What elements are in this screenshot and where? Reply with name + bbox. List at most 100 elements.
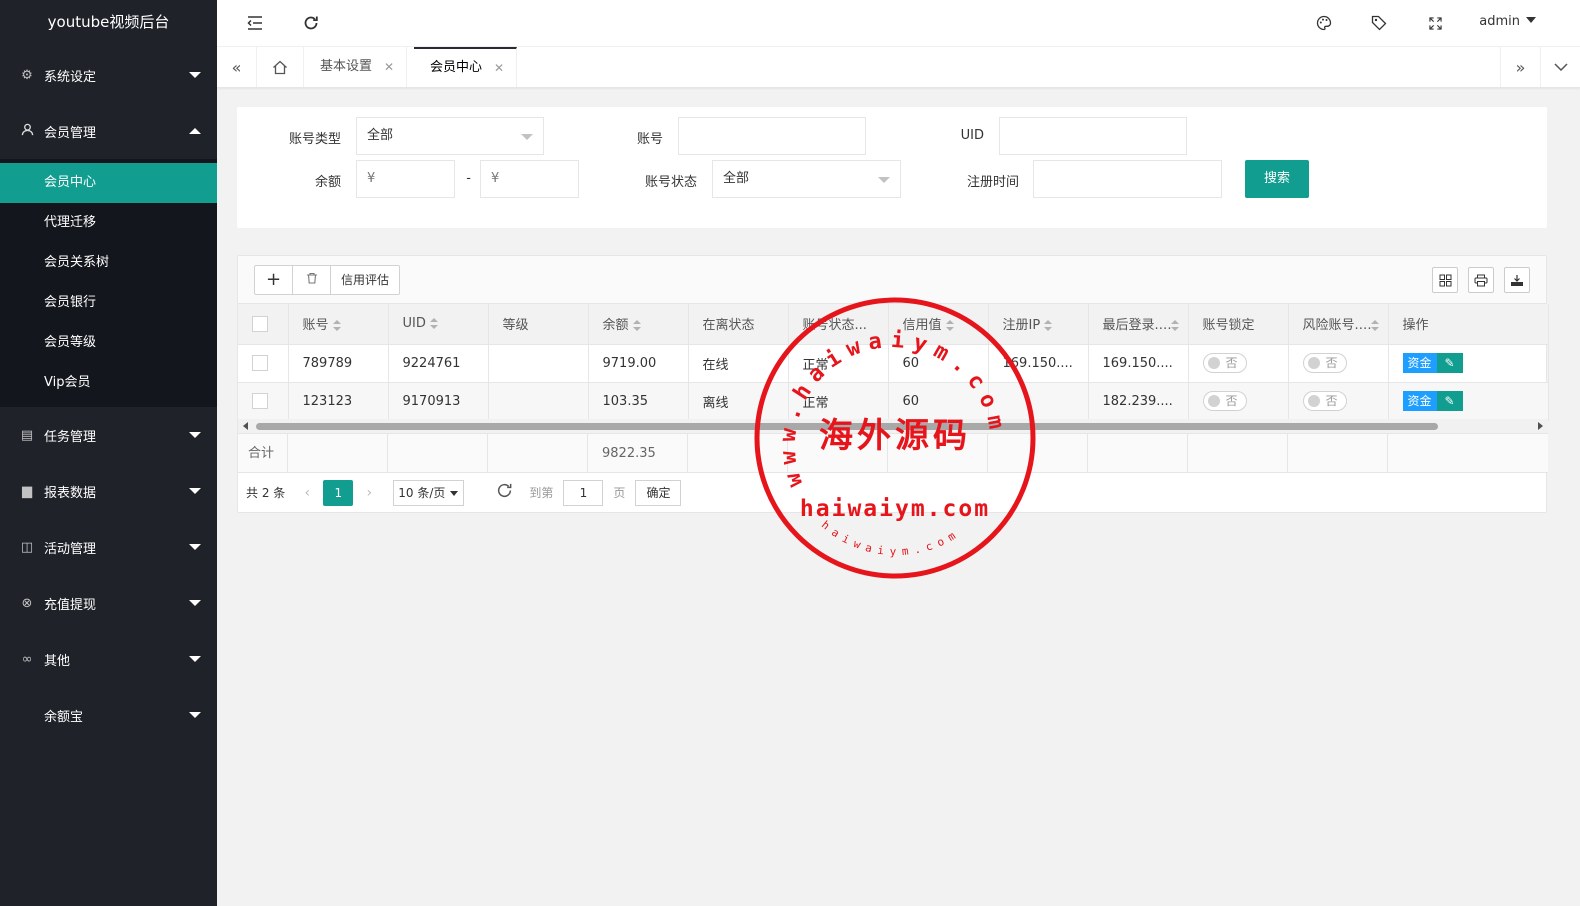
sidebar-item-member-center[interactable]: 会员中心	[0, 163, 217, 203]
add-button[interactable]: +	[255, 266, 293, 294]
risk-toggle[interactable]: 否	[1302, 353, 1347, 373]
balance-min-input[interactable]: ¥	[356, 160, 455, 198]
toggle-knob	[1307, 395, 1320, 407]
prev-page-icon[interactable]: ‹	[295, 480, 319, 506]
page-size-select[interactable]: 10 条/页	[393, 480, 465, 506]
range-dash: -	[466, 171, 471, 186]
home-icon[interactable]	[257, 47, 304, 87]
total-label: 合计	[238, 434, 288, 473]
search-button[interactable]: 搜索	[1245, 160, 1309, 198]
user-menu[interactable]: admin	[1479, 14, 1536, 29]
select-all-checkbox[interactable]	[252, 315, 268, 332]
col-last-login[interactable]: 最后登录...	[1088, 304, 1189, 345]
fund-button[interactable]: 资金	[1402, 391, 1437, 411]
balance-max-input[interactable]: ¥	[480, 160, 579, 198]
cell-balance: 103.35	[588, 382, 689, 421]
tabs-scroll-right-icon[interactable]: »	[1500, 47, 1540, 87]
tag-icon[interactable]	[1368, 12, 1390, 34]
lock-toggle[interactable]: 否	[1202, 353, 1247, 373]
credit-evaluation-button[interactable]: 信用评估	[331, 266, 399, 294]
menu-task-management[interactable]: ▤ 任务管理	[0, 407, 217, 463]
sidebar-item-vip-member[interactable]: Vip会员	[0, 363, 217, 403]
chevron-down-icon	[189, 72, 201, 78]
fullscreen-icon[interactable]	[1424, 12, 1446, 34]
cell-actions: 资金 ✎	[1388, 382, 1549, 421]
user-icon	[18, 123, 36, 140]
cell-risk: 否	[1288, 344, 1389, 383]
col-account[interactable]: 账号	[288, 304, 389, 345]
delete-button[interactable]	[293, 266, 331, 294]
balance-label: 余额	[314, 175, 341, 190]
tab-member-center[interactable]: 会员中心 ✕	[414, 47, 518, 87]
chevron-down-icon	[878, 177, 890, 183]
cell-actions: 资金 ✎	[1388, 344, 1549, 383]
sidebar-item-member-tree[interactable]: 会员关系树	[0, 243, 217, 283]
account-input[interactable]	[678, 117, 866, 155]
refresh-icon[interactable]	[300, 12, 322, 34]
col-label: UID	[402, 316, 426, 332]
print-icon[interactable]	[1468, 267, 1494, 293]
reg-time-input[interactable]	[1033, 160, 1222, 198]
chevron-down-icon	[189, 432, 201, 438]
menu-activity-management[interactable]: ◫ 活动管理	[0, 519, 217, 575]
select-value: 全部	[367, 128, 394, 143]
theme-palette-icon[interactable]	[1313, 12, 1335, 34]
col-credit[interactable]: 信用值	[888, 304, 989, 345]
uid-label: UID	[960, 128, 984, 143]
menu-member-management[interactable]: 会员管理	[0, 103, 217, 159]
scroll-thumb[interactable]	[256, 423, 1438, 430]
export-icon[interactable]	[1504, 267, 1530, 293]
row-checkbox[interactable]	[252, 355, 268, 371]
edit-icon[interactable]: ✎	[1436, 353, 1463, 373]
col-balance[interactable]: 余额	[588, 304, 689, 345]
horizontal-scrollbar[interactable]	[238, 419, 1548, 434]
lock-toggle[interactable]: 否	[1202, 391, 1247, 411]
toggle-label: 否	[1225, 394, 1238, 408]
col-status: 账号状态...	[788, 304, 889, 345]
toggle-label: 否	[1325, 394, 1338, 408]
sidebar-item-agent-migration[interactable]: 代理迁移	[0, 203, 217, 243]
sidebar-item-member-bank[interactable]: 会员银行	[0, 283, 217, 323]
risk-toggle[interactable]: 否	[1302, 391, 1347, 411]
toggle-label: 否	[1325, 356, 1338, 370]
table-row: 789789 9224761 9719.00 在线 正常 60 169.150.…	[238, 344, 1549, 383]
edit-icon[interactable]: ✎	[1436, 391, 1463, 411]
scroll-left-arrow[interactable]	[243, 422, 248, 430]
tabs-menu-chevron-icon[interactable]	[1540, 47, 1580, 87]
scroll-right-arrow[interactable]	[1538, 422, 1543, 430]
row-checkbox[interactable]	[252, 393, 268, 409]
account-status-select[interactable]: 全部	[712, 160, 901, 198]
goto-confirm-button[interactable]: 确定	[635, 480, 682, 506]
total-cell-empty	[1188, 434, 1288, 473]
menu-yuebao[interactable]: 余额宝	[0, 687, 217, 743]
cell-status: 正常	[788, 344, 889, 383]
menu-label: 任务管理	[44, 429, 97, 445]
sidebar-item-member-level[interactable]: 会员等级	[0, 323, 217, 363]
fund-button[interactable]: 资金	[1402, 353, 1437, 373]
cell-uid: 9170913	[388, 382, 489, 421]
col-reg-ip[interactable]: 注册IP	[988, 304, 1089, 345]
goto-page-input[interactable]: 1	[563, 480, 604, 506]
menu-collapse-icon[interactable]	[244, 12, 266, 34]
uid-input[interactable]	[999, 117, 1187, 155]
menu-system-settings[interactable]: ⚙ 系统设定	[0, 47, 217, 103]
account-type-label: 账号类型	[288, 132, 341, 147]
close-icon[interactable]: ✕	[384, 47, 394, 87]
close-icon[interactable]: ✕	[494, 49, 504, 87]
col-risk[interactable]: 风险账号...	[1288, 304, 1389, 345]
next-page-icon[interactable]: ›	[357, 480, 381, 506]
refresh-page-icon[interactable]	[496, 482, 513, 504]
total-cell-empty	[988, 434, 1088, 473]
cell-online: 在线	[688, 344, 789, 383]
menu-recharge-withdraw[interactable]: ⊗ 充值提现	[0, 575, 217, 631]
cell-reg-ip	[988, 382, 1089, 421]
tabs-scroll-left-icon[interactable]: «	[217, 47, 257, 87]
menu-other[interactable]: ∞ 其他	[0, 631, 217, 687]
page-current[interactable]: 1	[323, 480, 354, 506]
tab-basic-settings[interactable]: 基本设置 ✕	[304, 47, 408, 87]
menu-label: 充值提现	[44, 597, 97, 613]
columns-filter-icon[interactable]	[1432, 267, 1458, 293]
col-uid[interactable]: UID	[388, 304, 489, 345]
menu-report-data[interactable]: ▆ 报表数据	[0, 463, 217, 519]
account-type-select[interactable]: 全部	[356, 117, 544, 155]
